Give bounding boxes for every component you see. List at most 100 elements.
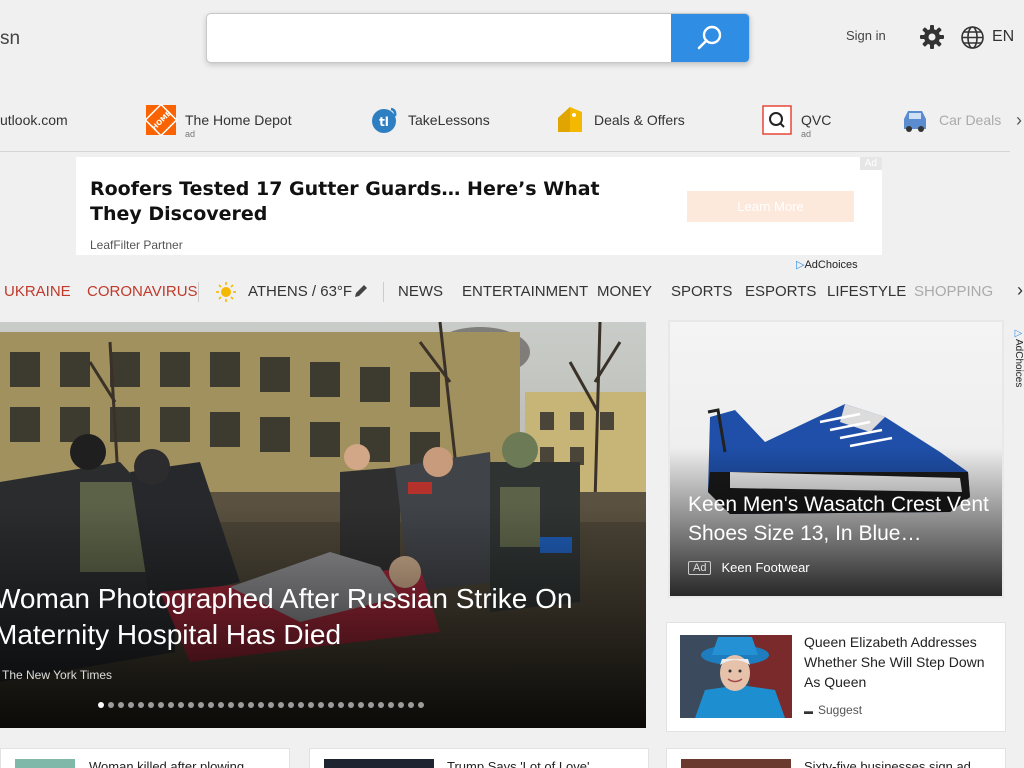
card-title[interactable]: Trump Says 'Lot of Love' — [447, 759, 590, 768]
nav-next-arrow[interactable]: › — [1017, 280, 1023, 301]
carousel-dot[interactable] — [148, 702, 154, 708]
quicklink-deals-offers[interactable]: Deals & Offers — [554, 96, 685, 144]
card-title[interactable]: Woman killed after plowing — [89, 759, 244, 768]
shoe-photo — [670, 322, 1002, 596]
search-input[interactable] — [207, 14, 671, 62]
carousel-dot[interactable] — [418, 702, 424, 708]
carousel-dot[interactable] — [258, 702, 264, 708]
ad-brand: Keen Footwear — [721, 560, 810, 575]
hero-title[interactable]: Woman Photographed After Russian Strike … — [0, 581, 654, 653]
carousel-dot[interactable] — [288, 702, 294, 708]
nav-item-sports[interactable]: SPORTS — [671, 283, 732, 300]
quicklink-label: The Home Depot — [185, 112, 292, 128]
suggest-logo-icon: ▬ — [804, 706, 813, 716]
carousel-dot[interactable] — [278, 702, 284, 708]
shoe-ad-meta: Ad Keen Footwear — [688, 560, 810, 575]
carousel-dot[interactable] — [218, 702, 224, 708]
carousel-dot[interactable] — [398, 702, 404, 708]
carousel-dot[interactable] — [238, 702, 244, 708]
takelessons-icon: tl — [368, 104, 400, 136]
quicklink-takelessons[interactable]: tl TakeLessons — [368, 96, 490, 144]
shoe-ad-card[interactable] — [668, 320, 1004, 598]
nav-item-lifestyle[interactable]: LIFESTYLE — [827, 283, 906, 300]
carousel-dot[interactable] — [138, 702, 144, 708]
carousel-dot[interactable] — [168, 702, 174, 708]
carousel-dot[interactable] — [348, 702, 354, 708]
carousel-dot[interactable] — [178, 702, 184, 708]
quicklink-car-deals[interactable]: Car Deals — [899, 96, 1001, 144]
search-icon — [697, 25, 722, 50]
car-icon — [899, 104, 931, 136]
carousel-dot[interactable] — [158, 702, 164, 708]
adchoices-link[interactable]: ▷AdChoices — [796, 258, 858, 271]
gear-icon[interactable] — [919, 24, 945, 50]
nav-divider — [383, 282, 384, 302]
msn-logo[interactable]: sn — [0, 28, 20, 50]
carousel-dot[interactable] — [98, 702, 104, 708]
carousel-dot[interactable] — [268, 702, 274, 708]
carousel-dot[interactable] — [228, 702, 234, 708]
banner-ad-sponsor: LeafFilter Partner — [90, 238, 183, 252]
card-thumbnail — [15, 759, 75, 768]
quicklink-label: Deals & Offers — [594, 112, 685, 128]
carousel-dot[interactable] — [198, 702, 204, 708]
carousel-dot[interactable] — [308, 702, 314, 708]
search-button[interactable] — [671, 14, 749, 62]
quicklink-label: utlook.com — [0, 112, 68, 128]
carousel-dot[interactable] — [408, 702, 414, 708]
queen-thumbnail — [680, 635, 792, 718]
nav-item-shopping[interactable]: SHOPPING — [914, 283, 993, 300]
nav-item-money[interactable]: MONEY — [597, 283, 652, 300]
quicklink-outlook[interactable]: utlook.com — [0, 96, 68, 144]
carousel-dot[interactable] — [128, 702, 134, 708]
news-card-bottom-1[interactable]: Woman killed after plowing — [0, 748, 290, 768]
sun-icon — [216, 282, 236, 302]
sign-in-link[interactable]: Sign in — [846, 28, 886, 43]
quicklinks-next-arrow[interactable]: › — [1016, 110, 1022, 131]
card-thumbnail — [324, 759, 434, 768]
carousel-dot[interactable] — [248, 702, 254, 708]
carousel-dot[interactable] — [318, 702, 324, 708]
banner-ad[interactable]: Roofers Tested 17 Gutter Guards… Here’s … — [76, 157, 882, 255]
nav-item-esports[interactable]: ESPORTS — [745, 283, 816, 300]
learn-more-button[interactable]: Learn More — [687, 191, 854, 222]
nav-item-ukraine[interactable]: UKRAINE — [4, 283, 71, 300]
quicklink-home-depot[interactable]: HOME The Home Depot ad — [145, 96, 292, 144]
carousel-dot[interactable] — [208, 702, 214, 708]
language-selector[interactable]: EN — [992, 28, 1014, 46]
carousel-dot[interactable] — [388, 702, 394, 708]
nav-item-entertainment[interactable]: ENTERTAINMENT — [462, 283, 588, 300]
ad-label: ad — [185, 129, 196, 139]
adchoices-side-link[interactable]: ▷AdChoices — [1010, 328, 1024, 398]
news-card-queen[interactable]: Queen Elizabeth Addresses Whether She Wi… — [666, 622, 1006, 732]
carousel-dots — [98, 702, 424, 710]
ad-label: ad — [801, 129, 812, 139]
queen-card-title[interactable]: Queen Elizabeth Addresses Whether She Wi… — [804, 632, 1000, 692]
carousel-dot[interactable] — [328, 702, 334, 708]
ad-tag: Ad — [859, 157, 882, 170]
carousel-dot[interactable] — [118, 702, 124, 708]
carousel-dot[interactable] — [358, 702, 364, 708]
carousel-dot[interactable] — [378, 702, 384, 708]
svg-text:tl: tl — [379, 115, 389, 129]
quicklink-qvc[interactable]: QVC ad — [761, 96, 831, 144]
carousel-dot[interactable] — [368, 702, 374, 708]
quicklink-label: Car Deals — [939, 112, 1002, 128]
header: sn Sign in EN — [0, 0, 1024, 78]
carousel-dot[interactable] — [188, 702, 194, 708]
shoe-ad-title[interactable]: Keen Men's Wasatch Crest Vent Shoes Size… — [688, 490, 998, 548]
card-title[interactable]: Sixty-five businesses sign ad — [804, 759, 971, 768]
ad-badge: Ad — [688, 560, 712, 575]
globe-icon[interactable] — [960, 25, 985, 50]
nav-item-coronavirus[interactable]: CORONAVIRUS — [87, 283, 198, 300]
nav-item-news[interactable]: NEWS — [398, 283, 443, 300]
banner-ad-headline[interactable]: Roofers Tested 17 Gutter Guards… Here’s … — [90, 177, 650, 227]
quicklink-label: TakeLessons — [408, 112, 490, 128]
news-card-bottom-2[interactable]: Trump Says 'Lot of Love' — [309, 748, 649, 768]
news-card-bottom-3[interactable]: Sixty-five businesses sign ad — [666, 748, 1006, 768]
nav-weather[interactable]: ATHENS / 63°F — [248, 283, 352, 300]
carousel-dot[interactable] — [298, 702, 304, 708]
carousel-dot[interactable] — [108, 702, 114, 708]
pencil-icon[interactable] — [353, 283, 369, 299]
carousel-dot[interactable] — [338, 702, 344, 708]
